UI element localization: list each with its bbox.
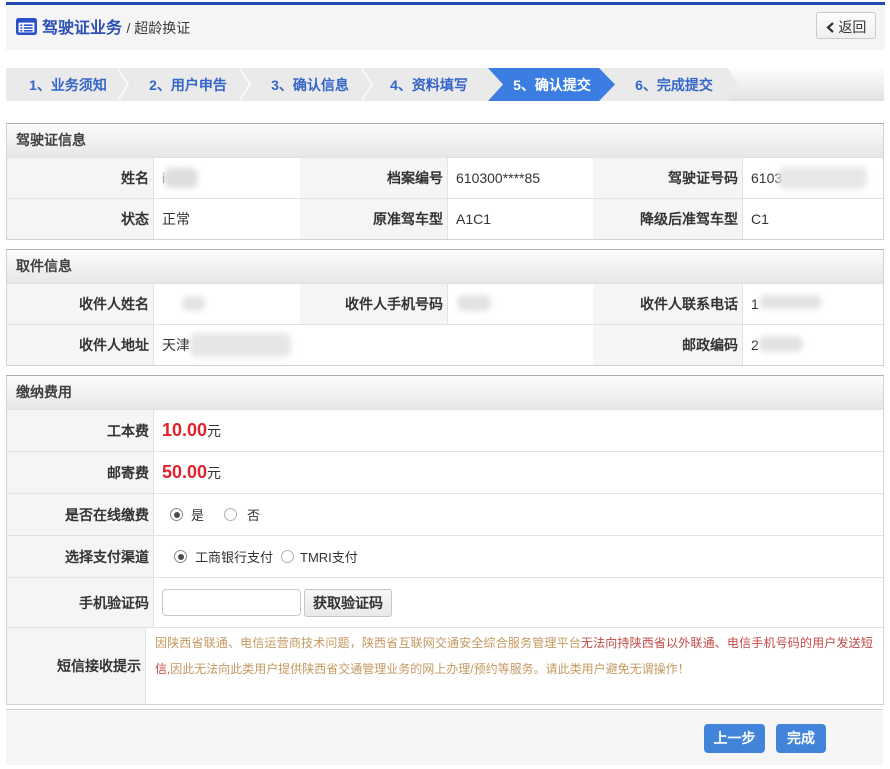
svg-text:6、完成提交: 6、完成提交 <box>635 77 713 93</box>
svg-text:4、资料填写: 4、资料填写 <box>390 77 468 93</box>
svg-text:5、确认提交: 5、确认提交 <box>513 77 591 93</box>
svg-text:2、用户申告: 2、用户申告 <box>149 77 227 93</box>
svg-text:3、确认信息: 3、确认信息 <box>271 77 349 93</box>
svg-text:1、业务须知: 1、业务须知 <box>29 77 107 93</box>
